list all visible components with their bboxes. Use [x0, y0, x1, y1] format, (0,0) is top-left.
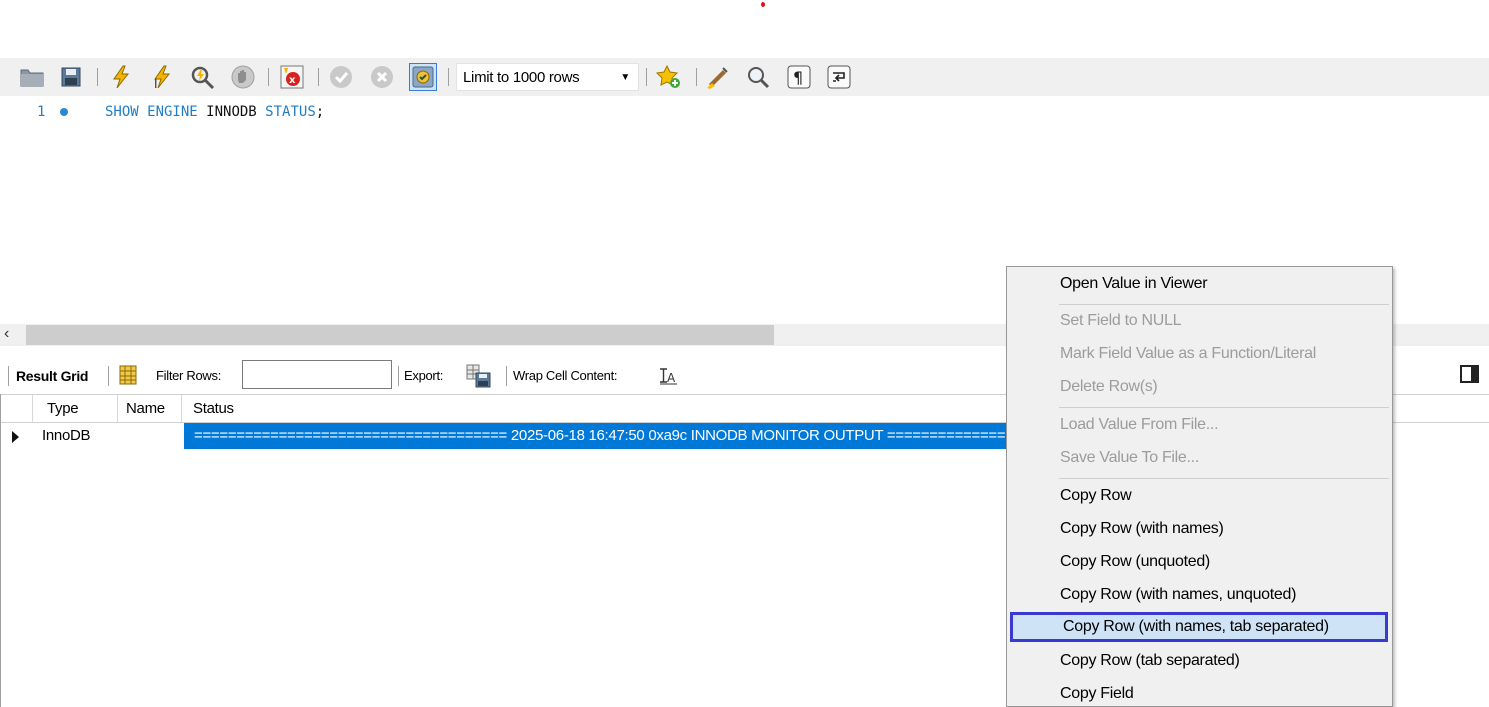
menu-item-set-field-null[interactable]: Set Field to NULL — [1007, 306, 1392, 336]
rollback-icon[interactable] — [368, 63, 396, 91]
context-menu: Open Value in Viewer Set Field to NULL M… — [1006, 266, 1393, 707]
filter-rows-input[interactable] — [242, 360, 392, 389]
execute-icon[interactable] — [107, 63, 135, 91]
toolbar-separator — [646, 68, 647, 86]
toolbar-separator — [8, 366, 9, 386]
red-dot-marker — [761, 2, 765, 7]
save-icon[interactable] — [57, 63, 85, 91]
export-label: Export: — [404, 368, 444, 383]
folder-icon[interactable] — [18, 63, 46, 91]
scroll-left-icon[interactable]: ‹ — [4, 325, 9, 343]
chevron-down-icon: ▼ — [620, 72, 630, 83]
svg-text:¶: ¶ — [793, 68, 803, 87]
toolbar-separator — [97, 68, 98, 86]
execute-current-icon[interactable]: I — [148, 63, 176, 91]
cell-type[interactable]: InnoDB — [38, 423, 118, 449]
svg-text:A: A — [667, 371, 676, 385]
menu-separator — [1059, 304, 1389, 305]
autocommit-icon[interactable] — [409, 63, 437, 91]
cell-name[interactable] — [118, 423, 182, 449]
export-icon[interactable] — [466, 363, 492, 389]
sql-keyword: STATUS — [265, 104, 316, 120]
wrap-cell-label: Wrap Cell Content: — [513, 368, 618, 383]
menu-item-copy-row-unquoted[interactable]: Copy Row (unquoted) — [1007, 547, 1392, 577]
find-icon[interactable] — [744, 63, 772, 91]
toolbar-separator — [696, 68, 697, 86]
toolbar-separator — [398, 366, 399, 386]
column-header-type[interactable]: Type — [33, 395, 118, 423]
sql-statement[interactable]: SHOW ENGINE INNODB STATUS; — [105, 104, 324, 120]
limit-rows-select[interactable]: Limit to 1000 rows ▼ — [456, 63, 639, 91]
svg-text:x: x — [289, 75, 296, 86]
menu-separator — [1059, 478, 1389, 479]
row-header-corner — [1, 395, 33, 423]
grid-columns-icon[interactable] — [118, 365, 138, 385]
menu-separator — [1059, 407, 1389, 408]
menu-item-copy-row[interactable]: Copy Row — [1007, 481, 1392, 511]
line-number: 1 — [37, 104, 46, 120]
explain-icon[interactable] — [188, 63, 216, 91]
sql-keyword: SHOW ENGINE — [105, 104, 198, 120]
limit-rows-value: Limit to 1000 rows — [463, 68, 580, 86]
toolbar-separator — [506, 366, 507, 386]
menu-item-copy-row-with-names-tab-separated[interactable]: Copy Row (with names, tab separated) — [1010, 612, 1388, 642]
svg-text:I: I — [154, 77, 158, 90]
menu-item-save-value-to-file[interactable]: Save Value To File... — [1007, 443, 1392, 473]
workbench-window: I x Limit to 1000 rows ▼ ¶ 1 SHOW ENGINE… — [0, 0, 1489, 707]
stop-icon[interactable] — [229, 63, 257, 91]
add-snippet-icon[interactable] — [655, 63, 683, 91]
toolbar-separator — [448, 68, 449, 86]
menu-item-mark-function-literal[interactable]: Mark Field Value as a Function/Literal — [1007, 339, 1392, 369]
menu-item-delete-rows[interactable]: Delete Row(s) — [1007, 372, 1392, 402]
wrap-cell-icon[interactable]: A — [658, 366, 678, 386]
filter-rows-label: Filter Rows: — [156, 368, 222, 383]
invisible-chars-icon[interactable]: ¶ — [785, 63, 813, 91]
sql-terminator: ; — [315, 104, 325, 120]
statement-marker-icon — [60, 108, 68, 116]
menu-item-copy-field[interactable]: Copy Field — [1007, 679, 1392, 707]
menu-item-copy-row-tab-separated[interactable]: Copy Row (tab separated) — [1007, 646, 1392, 676]
menu-item-copy-row-with-names[interactable]: Copy Row (with names) — [1007, 514, 1392, 544]
toggle-error-icon[interactable]: x — [278, 63, 306, 91]
commit-icon[interactable] — [327, 63, 355, 91]
menu-item-load-value-from-file[interactable]: Load Value From File... — [1007, 410, 1392, 440]
side-panel-toggle-icon[interactable] — [1460, 365, 1479, 383]
menu-item-open-value-in-viewer[interactable]: Open Value in Viewer — [1007, 269, 1392, 299]
word-wrap-icon[interactable] — [825, 63, 853, 91]
beautify-icon[interactable] — [704, 63, 732, 91]
sql-editor-toolbar: I x Limit to 1000 rows ▼ ¶ — [0, 58, 1489, 96]
toolbar-separator — [108, 366, 109, 386]
menu-item-copy-row-with-names-unquoted[interactable]: Copy Row (with names, unquoted) — [1007, 580, 1392, 610]
column-header-name[interactable]: Name — [118, 395, 182, 423]
result-grid-tab[interactable]: Result Grid — [16, 368, 88, 384]
toolbar-separator — [318, 68, 319, 86]
row-pointer-icon — [12, 431, 19, 443]
scrollbar-thumb[interactable] — [26, 325, 774, 345]
toolbar-separator — [268, 68, 269, 86]
sql-identifier: INNODB — [206, 104, 257, 120]
